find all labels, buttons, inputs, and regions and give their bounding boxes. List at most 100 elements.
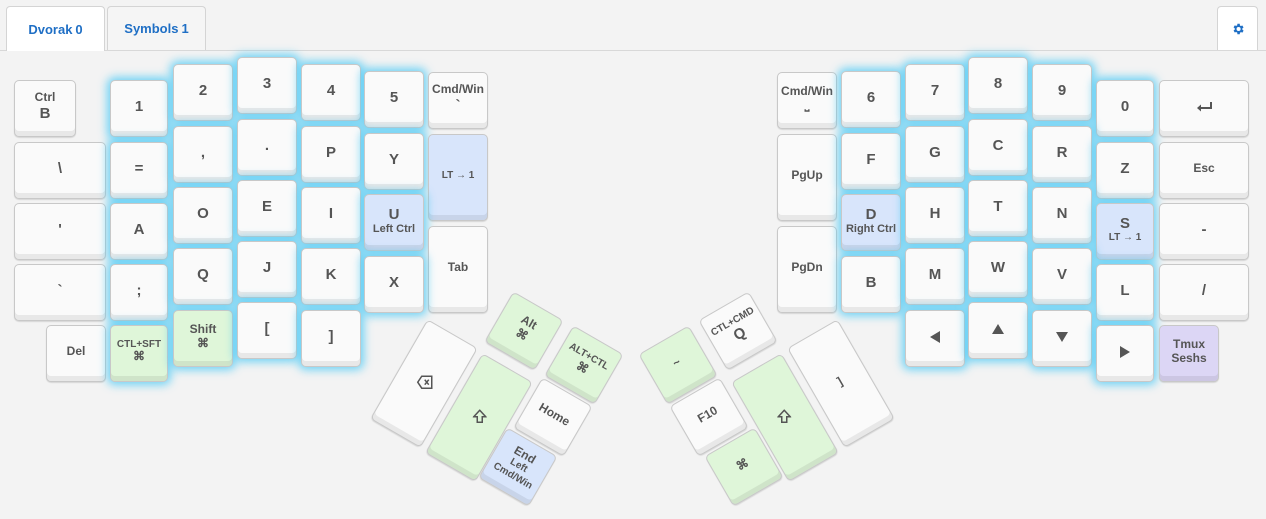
key-equals-label: = — [134, 159, 144, 177]
key-p[interactable]: P — [301, 126, 361, 183]
key-0[interactable]: 0 — [1096, 80, 1154, 137]
arrow-up-icon — [992, 323, 1004, 334]
key-b-label: B — [865, 273, 877, 291]
key-j[interactable]: J — [237, 241, 297, 298]
key-tab[interactable]: Tab — [428, 226, 488, 313]
key-f-label: F — [866, 150, 876, 168]
key-l[interactable]: L — [1096, 264, 1154, 321]
key-tmux-seshs[interactable]: Tmux Seshs — [1159, 325, 1219, 382]
key-z[interactable]: Z — [1096, 142, 1154, 199]
key-arrow-left[interactable] — [905, 310, 965, 367]
key-3[interactable]: 3 — [237, 57, 297, 114]
key-cmd-win-left[interactable]: Cmd/Win ` — [428, 72, 488, 129]
key-w[interactable]: W — [968, 241, 1028, 298]
key-tmux-bot: Seshs — [1171, 350, 1207, 365]
key-x[interactable]: X — [364, 256, 424, 313]
key-7[interactable]: 7 — [905, 64, 965, 121]
key-2-label: 2 — [198, 81, 208, 99]
command-icon: ⌘ — [133, 349, 145, 364]
key-pgdn[interactable]: PgDn — [777, 226, 837, 313]
key-h[interactable]: H — [905, 187, 965, 244]
key-v[interactable]: V — [1032, 248, 1092, 305]
key-n[interactable]: N — [1032, 187, 1092, 244]
key-right-bracket-label: ] — [328, 327, 334, 345]
key-e-label: E — [261, 197, 272, 215]
key-t[interactable]: T — [968, 180, 1028, 237]
key-u-left-ctrl[interactable]: U Left Ctrl — [364, 194, 424, 251]
key-8[interactable]: 8 — [968, 57, 1028, 114]
key-alt[interactable]: Alt ⌘ — [484, 291, 564, 371]
key-lt1-left[interactable]: LT → 1 — [428, 134, 488, 221]
key-shift-left[interactable]: Shift ⌘ — [173, 310, 233, 367]
key-b[interactable]: B — [841, 256, 901, 313]
key-c[interactable]: C — [968, 119, 1028, 176]
key-4[interactable]: 4 — [301, 64, 361, 121]
tab-symbols-label: Symbols — [124, 21, 179, 36]
key-6[interactable]: 6 — [841, 71, 901, 128]
key-5[interactable]: 5 — [364, 71, 424, 128]
key-2[interactable]: 2 — [173, 64, 233, 121]
key-o-label: O — [197, 204, 209, 222]
key-o[interactable]: O — [173, 187, 233, 244]
key-arrow-up[interactable] — [968, 302, 1028, 359]
key-m[interactable]: M — [905, 248, 965, 305]
key-v-label: V — [1056, 265, 1067, 283]
key-enter[interactable] — [1159, 80, 1249, 137]
key-quote[interactable]: ' — [14, 203, 106, 260]
key-arrow-right[interactable] — [1096, 325, 1154, 382]
key-a-label: A — [133, 220, 145, 238]
key-e[interactable]: E — [237, 180, 297, 237]
key-ctl-sft[interactable]: CTL+SFT ⌘ — [110, 325, 168, 382]
key-fn-right-label: ~ — [670, 354, 684, 371]
key-del-label: Del — [66, 343, 86, 358]
key-period[interactable]: . — [237, 119, 297, 176]
tab-symbols[interactable]: Symbols 1 — [107, 6, 206, 50]
key-a[interactable]: A — [110, 203, 168, 260]
key-f[interactable]: F — [841, 133, 901, 190]
key-del[interactable]: Del — [46, 325, 106, 382]
key-i[interactable]: I — [301, 187, 361, 244]
key-right-bracket[interactable]: ] — [301, 310, 361, 367]
key-d-right-ctrl[interactable]: D Right Ctrl — [841, 194, 901, 251]
key-1[interactable]: 1 — [110, 80, 168, 137]
key-r[interactable]: R — [1032, 126, 1092, 183]
tab-symbols-count: 1 — [181, 21, 189, 36]
key-r-label: R — [1056, 143, 1068, 161]
key-backtick[interactable]: ` — [14, 264, 106, 321]
key-minus[interactable]: - — [1159, 203, 1249, 260]
key-y-label: Y — [388, 150, 399, 168]
key-period-label: . — [264, 136, 270, 154]
tab-dvorak[interactable]: Dvorak 0 — [6, 6, 105, 51]
key-ctrl-b-main: B — [39, 104, 51, 122]
key-cmd-win-right[interactable]: Cmd/Win ⎵ — [777, 72, 837, 129]
shift-icon — [777, 408, 791, 423]
key-4-label: 4 — [326, 81, 336, 99]
key-k[interactable]: K — [301, 248, 361, 305]
key-tmux-top: Tmux — [1172, 336, 1205, 351]
key-left-bracket[interactable]: [ — [237, 302, 297, 359]
key-arrow-down[interactable] — [1032, 310, 1092, 367]
key-semicolon[interactable]: ; — [110, 264, 168, 321]
key-backslash[interactable]: \ — [14, 142, 106, 199]
key-g[interactable]: G — [905, 126, 965, 183]
command-icon: ⌘ — [573, 358, 592, 377]
key-ctrl-b[interactable]: Ctrl B — [14, 80, 76, 137]
key-esc[interactable]: Esc — [1159, 142, 1249, 199]
key-ctl-cmd-q[interactable]: CTL+CMD Q — [698, 291, 778, 371]
key-s-lt1[interactable]: S LT → 1 — [1096, 203, 1154, 260]
key-m-label: M — [928, 265, 942, 283]
key-q[interactable]: Q — [173, 248, 233, 305]
key-slash-label: / — [1201, 281, 1207, 299]
key-cmd-win-right-top: Cmd/Win — [781, 83, 833, 98]
key-equals[interactable]: = — [110, 142, 168, 199]
key-9[interactable]: 9 — [1032, 64, 1092, 121]
key-y[interactable]: Y — [364, 133, 424, 190]
key-slash[interactable]: / — [1159, 264, 1249, 321]
key-n-label: N — [1056, 204, 1068, 222]
key-esc-label: Esc — [1193, 160, 1215, 175]
tab-dvorak-label: Dvorak — [28, 21, 73, 37]
key-quote-label: ' — [58, 220, 62, 238]
key-comma[interactable]: , — [173, 126, 233, 183]
settings-button[interactable] — [1217, 6, 1258, 50]
key-pgup[interactable]: PgUp — [777, 134, 837, 221]
